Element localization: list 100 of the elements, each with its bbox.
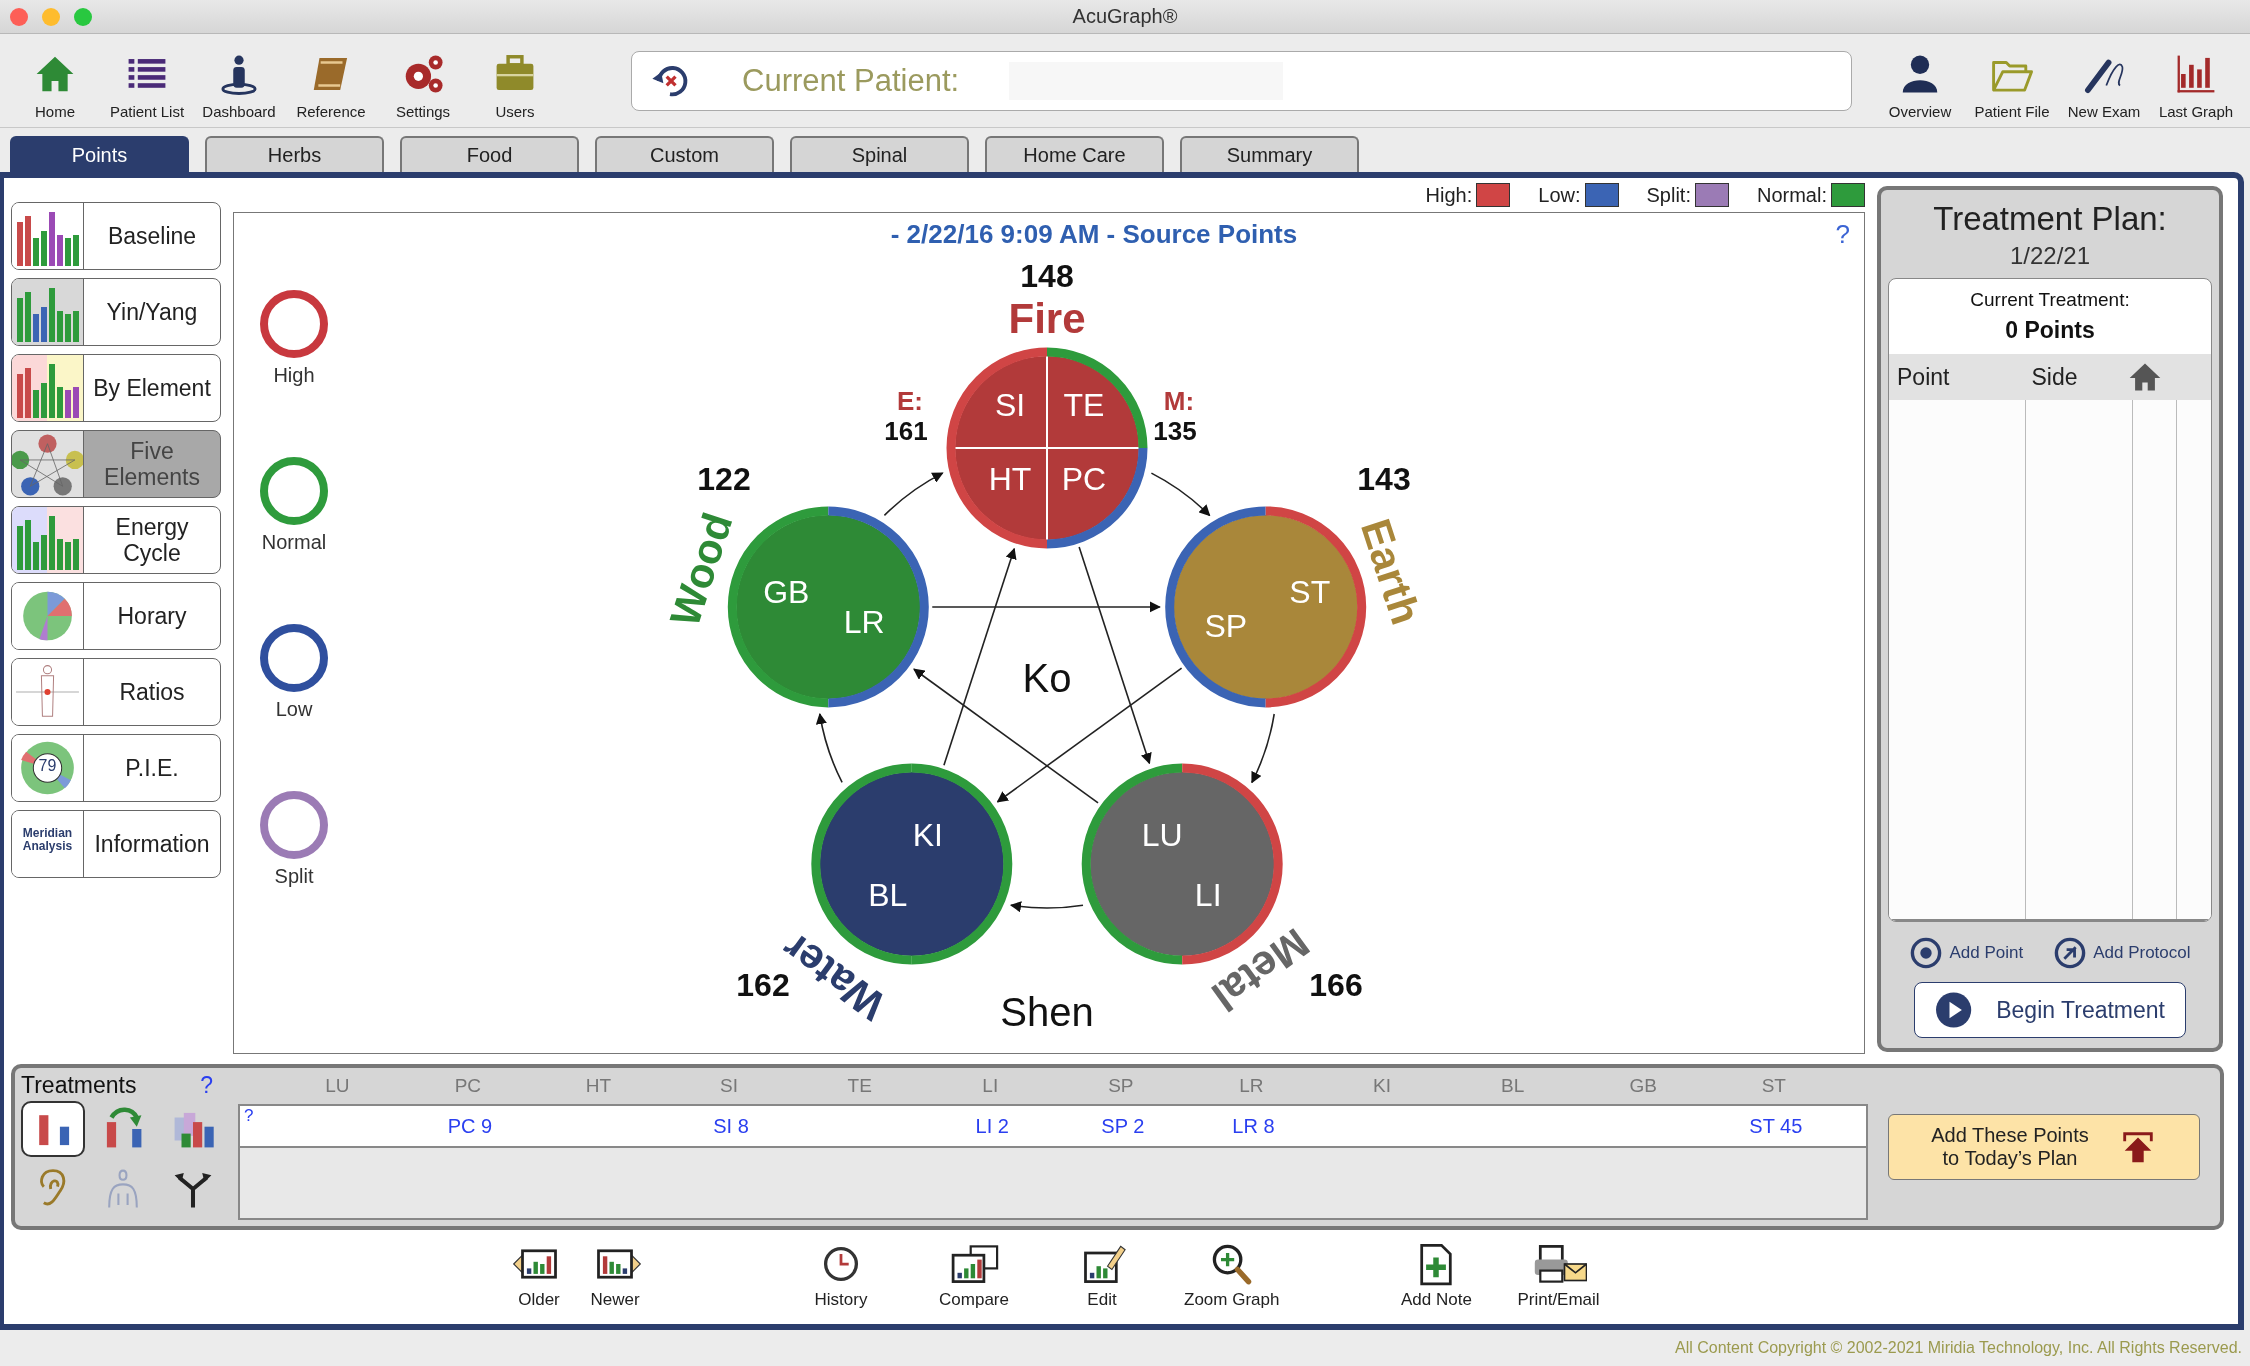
toolbar-button[interactable]: Settings — [377, 51, 469, 120]
sidebar-item[interactable]: Meridian Analysis Information — [11, 810, 221, 878]
meridian-label: LU — [1141, 817, 1183, 854]
thumbnail-text: Meridian Analysis — [21, 827, 74, 854]
action-button[interactable]: Zoom Graph — [1184, 1242, 1280, 1310]
element-circle[interactable] — [736, 514, 921, 699]
add-point-link[interactable]: Add Point — [1909, 936, 2024, 971]
column-header: PC — [453, 1075, 483, 1097]
current-treatment-label: Current Treatment: — [1970, 289, 2130, 311]
action-button[interactable]: Compare — [936, 1242, 1012, 1310]
meridian-label: PC — [1061, 461, 1107, 497]
sidebar-item[interactable]: Five Elements — [11, 430, 221, 498]
plan-date: 1/22/21 — [2009, 242, 2091, 270]
column-header: ST — [1760, 1075, 1787, 1097]
action-button[interactable]: Older — [501, 1242, 577, 1310]
point-link[interactable]: LI 2 — [975, 1114, 1009, 1137]
sidebar-item[interactable]: Ratios — [11, 658, 221, 726]
ring-label: Low — [275, 698, 313, 721]
center-label: Ko — [1022, 656, 1072, 700]
element-value: 166 — [1309, 967, 1363, 1003]
legend-label: High: — [1425, 183, 1473, 207]
thumbnail-drawing — [12, 203, 84, 269]
tab[interactable]: Herbs — [205, 136, 384, 172]
meridian-label: ST — [1289, 573, 1331, 610]
ring-label: Normal — [261, 531, 327, 554]
toolbar-button[interactable]: Overview — [1874, 51, 1966, 120]
toolbar-button[interactable]: Patient File — [1966, 51, 2058, 120]
cycle-arrow — [1150, 472, 1211, 517]
sidebar-item[interactable]: 79 P.I.E. — [11, 734, 221, 802]
tab[interactable]: Spinal — [790, 136, 969, 172]
add-protocol-link[interactable]: Add Protocol — [2053, 936, 2191, 971]
toolbar-button[interactable]: Patient List — [101, 51, 193, 120]
column-header: KI — [1372, 1075, 1392, 1097]
action-button[interactable]: Add Note — [1398, 1242, 1475, 1310]
element-name: Fire — [1008, 295, 1086, 342]
note-value: 161 — [884, 416, 928, 446]
help-link[interactable]: ? — [1835, 219, 1850, 250]
element-circle[interactable] — [955, 356, 1139, 540]
column-header: TE — [846, 1075, 873, 1097]
point-link[interactable]: PC 9 — [447, 1114, 493, 1137]
sidebar-item[interactable]: Yin/Yang — [11, 278, 221, 346]
note-value: 135 — [1153, 416, 1197, 446]
play-icon — [1935, 991, 1973, 1030]
meridian-label: LR — [843, 603, 885, 640]
sidebar-item[interactable]: Baseline — [11, 202, 221, 270]
sidebar-item[interactable]: By Element — [11, 354, 221, 422]
point-link[interactable]: LR 8 — [1232, 1114, 1275, 1137]
meridian-label: SP — [1204, 607, 1248, 644]
bottom-label: Shen — [1000, 990, 1094, 1034]
point-count: 0 Points — [2005, 317, 2095, 344]
thumbnail-drawing — [12, 355, 84, 421]
action-button[interactable]: Newer — [577, 1242, 653, 1310]
toolbar-button[interactable]: Reference — [285, 51, 377, 120]
thumbnail-text: 79 — [37, 757, 58, 775]
note-label: M: — [1163, 386, 1195, 416]
tab[interactable]: Custom — [595, 136, 774, 172]
element-circle[interactable] — [1173, 514, 1358, 699]
thumbnail-drawing — [12, 279, 84, 345]
begin-treatment-button[interactable]: Begin Treatment — [1914, 982, 2186, 1038]
toolbar-button[interactable]: Users — [469, 51, 561, 120]
patient-label: Current Patient: — [742, 62, 960, 99]
element-name: Earth — [1351, 513, 1430, 630]
meridian-label: GB — [763, 573, 810, 610]
column-header: LR — [1238, 1075, 1265, 1097]
add-points-button[interactable]: Add These Points to Today’s Plan — [1888, 1114, 2200, 1180]
column-header: Point — [1897, 363, 1950, 391]
column-header: SI — [719, 1075, 740, 1097]
toolbar-button[interactable]: Home — [9, 51, 101, 120]
tab[interactable]: Food — [400, 136, 579, 172]
protocol-icon — [2053, 936, 2088, 971]
point-link[interactable]: ST 45 — [1749, 1114, 1803, 1137]
tab[interactable]: Summary — [1180, 136, 1359, 172]
column-header: Side — [2031, 363, 2078, 391]
action-button[interactable]: Print/Email — [1517, 1242, 1600, 1310]
element-value: 148 — [1020, 258, 1074, 294]
point-link[interactable]: SP 2 — [1101, 1114, 1145, 1137]
meridian-label: BL — [868, 877, 908, 914]
ring-label: Split — [274, 865, 314, 888]
sidebar-item[interactable]: Horary — [11, 582, 221, 650]
element-value: 122 — [697, 461, 751, 497]
toolbar-button[interactable]: Last Graph — [2150, 51, 2242, 120]
cycle-arrow — [816, 712, 843, 784]
tab[interactable]: Points — [10, 136, 189, 172]
column-header: BL — [1500, 1075, 1526, 1097]
point-link[interactable]: SI 8 — [713, 1114, 749, 1137]
action-button[interactable]: Edit — [1064, 1242, 1140, 1310]
tab[interactable]: Home Care — [985, 136, 1164, 172]
meridian-label: HT — [988, 461, 1032, 497]
help-link[interactable]: ? — [200, 1072, 213, 1099]
toolbar-button[interactable]: New Exam — [2058, 51, 2150, 120]
action-button[interactable]: History — [803, 1242, 879, 1310]
element-value: 143 — [1357, 461, 1411, 497]
toolbar-button[interactable]: Dashboard — [193, 51, 285, 120]
legend-label: Normal: — [1757, 183, 1827, 207]
treatments-title: Treatments — [21, 1072, 137, 1099]
treatment-mode-button[interactable] — [21, 1101, 85, 1157]
legend-label: Low: — [1538, 183, 1581, 207]
column-header: LI — [981, 1075, 1000, 1097]
sidebar-item[interactable]: Energy Cycle — [11, 506, 221, 574]
help-link[interactable]: ? — [244, 1106, 254, 1126]
